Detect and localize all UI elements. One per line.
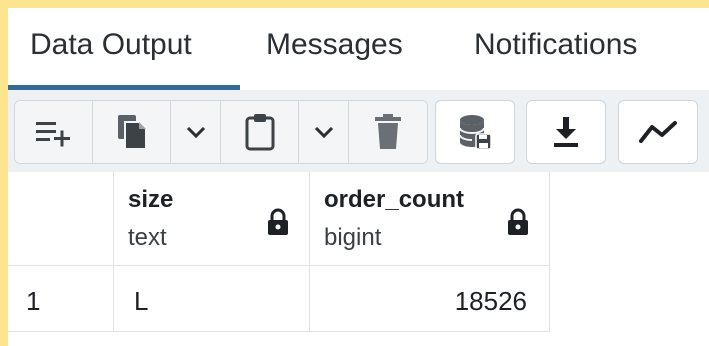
graph-visualiser-button[interactable] [618,100,698,164]
query-results-panel: Data Output Messages Notifications size … [8,8,709,346]
paste-icon [244,113,276,151]
save-data-icon [458,114,492,150]
cell-size[interactable]: L [114,266,310,332]
copy-options-dropdown[interactable] [171,101,221,163]
tab-data-output[interactable]: Data Output [30,28,192,62]
column-type: text [128,224,167,251]
chevron-down-icon [314,125,334,139]
column-name: order_count [324,186,465,213]
column-name: size [128,186,174,213]
tab-messages[interactable]: Messages [266,28,403,62]
copy-icon [115,113,149,151]
lock-icon [266,208,290,236]
column-header-order-count[interactable]: order_count bigint [310,172,550,266]
paste-options-dropdown[interactable] [299,101,349,163]
download-icon [552,116,580,148]
data-toolbar [8,90,709,172]
paste-button[interactable] [221,101,299,163]
tab-notifications[interactable]: Notifications [474,28,637,62]
column-header-size[interactable]: size text [114,172,310,266]
graph-icon [638,118,678,146]
cell-order-count[interactable]: 18526 [310,266,550,332]
row-number[interactable]: 1 [8,266,114,332]
lock-icon [506,208,530,236]
row-number-header [8,172,114,266]
add-row-button[interactable] [15,101,93,163]
edit-button-group [14,100,428,164]
delete-icon [374,114,402,150]
delete-button[interactable] [349,101,427,163]
copy-button[interactable] [93,101,171,163]
save-data-button[interactable] [435,100,515,164]
chevron-down-icon [186,125,206,139]
results-tabs: Data Output Messages Notifications [8,8,709,90]
column-type: bigint [324,224,382,251]
add-row-icon [34,117,74,147]
download-button[interactable] [526,100,606,164]
